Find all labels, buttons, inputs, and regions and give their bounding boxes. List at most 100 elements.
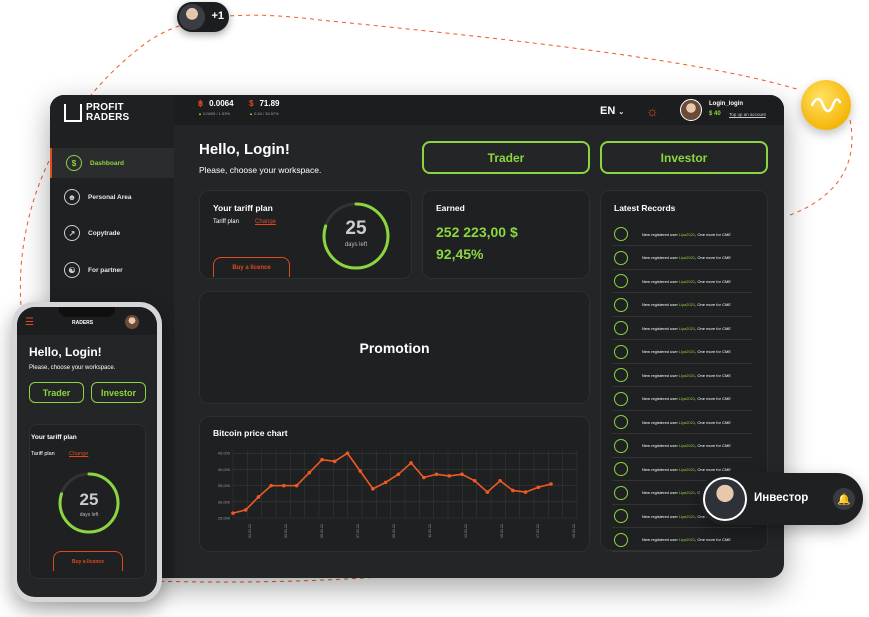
sidebar-item-personal-area[interactable]: ☻ Personal Area (50, 182, 174, 212)
price-point[interactable] (396, 472, 401, 477)
price-point[interactable] (243, 508, 248, 512)
menu-icon[interactable]: ☰ (25, 317, 34, 328)
price-point[interactable] (511, 488, 515, 493)
record-item[interactable]: New registered user Liya2021, One more f… (612, 247, 752, 270)
price-point[interactable] (231, 511, 235, 515)
x-tick-label: 13.01.21 (464, 524, 468, 538)
record-text: New registered user Liya2021, One more f… (642, 396, 731, 401)
bell-icon[interactable]: 🔔 (833, 488, 855, 510)
price-point[interactable] (371, 487, 375, 491)
record-text: New registered user Liya2021, One more f… (642, 326, 731, 331)
record-prefix: New registered user (642, 349, 678, 354)
record-text: New registered user Liya2021, One more f… (642, 349, 731, 354)
theme-toggle-sun-icon[interactable]: ☼ (646, 103, 659, 119)
tariff-plan-label: Tariff plan (213, 219, 239, 225)
sidebar-item-for-partner[interactable]: ☯ For partner (50, 255, 174, 285)
phone-days-left-value: 25 (79, 490, 99, 509)
record-item[interactable]: New registered user Liya2021, One more f… (612, 223, 752, 246)
price-point[interactable] (332, 459, 337, 464)
latest-records-title: Latest Records (614, 203, 676, 213)
price-point[interactable] (472, 478, 477, 483)
price-point[interactable] (409, 461, 413, 465)
record-status-icon (614, 227, 628, 241)
price-point[interactable] (536, 485, 541, 490)
record-prefix: New registered user (642, 372, 678, 378)
x-tick-label: 03.01.21 (284, 524, 288, 538)
price-point[interactable] (549, 482, 553, 486)
phone-investor-button[interactable]: Investor (91, 382, 146, 403)
sidebar-item-dashboard[interactable]: $ Dashboard (50, 148, 174, 178)
phone-mockup: ☰ RADERS Hello, Login! Please, choose yo… (12, 302, 162, 602)
record-item[interactable]: New registered user Liya2021, One more f… (612, 270, 752, 293)
record-user: Liya2021 (678, 278, 696, 284)
price-point[interactable] (447, 474, 452, 478)
ticker-usd-change: 0.34 (254, 111, 262, 116)
sidebar-item-copytrade[interactable]: ↗ Copytrade (50, 218, 174, 248)
chevron-down-icon: ⌄ (618, 109, 625, 116)
price-point[interactable] (498, 478, 502, 483)
price-point[interactable] (460, 472, 464, 477)
days-left-label: days left (344, 242, 368, 248)
price-point[interactable] (294, 483, 299, 488)
record-suffix: , One more for CME (695, 325, 731, 331)
price-point[interactable] (307, 470, 312, 475)
record-item[interactable]: New registered user Liya2021, One more f… (612, 435, 752, 458)
user-name: Login_login (709, 101, 743, 107)
price-point[interactable] (523, 490, 528, 494)
record-suffix: , One more for CME (695, 466, 731, 472)
record-user: Liya2021 (678, 255, 696, 260)
phone-change-link[interactable]: Change (69, 451, 88, 457)
price-point[interactable] (256, 495, 261, 499)
change-link[interactable]: Change (255, 219, 276, 225)
record-item[interactable]: New registered user Liya2021, One more f… (612, 529, 752, 552)
record-suffix: , One more for CME (695, 396, 731, 401)
floating-avatar-badge[interactable]: +1 (177, 2, 229, 32)
record-item[interactable]: New registered user Liya2021, One more f… (612, 388, 752, 411)
phone-user-avatar[interactable] (125, 315, 139, 329)
record-prefix: New registered user (642, 537, 678, 542)
investor-label: Инвестор (754, 492, 809, 504)
trader-button[interactable]: Trader (422, 141, 590, 174)
phone-buy-licence-button[interactable]: Buy a licence (53, 551, 123, 571)
price-point[interactable] (485, 490, 490, 494)
price-point[interactable] (434, 472, 439, 477)
record-item[interactable]: New registered user Liya2021, One more f… (612, 364, 752, 387)
record-suffix: , One more for CME (695, 419, 731, 425)
price-point[interactable] (320, 457, 324, 462)
sidebar-item-label: Dashboard (90, 159, 124, 167)
record-prefix: New registered user (642, 302, 678, 307)
user-avatar[interactable] (680, 99, 702, 121)
people-icon: ☯ (64, 262, 80, 278)
record-suffix: , One more for CME (695, 302, 731, 307)
record-status-icon (614, 250, 628, 265)
record-item[interactable]: New registered user Liya2021, One more f… (612, 411, 752, 434)
investor-notification[interactable]: Инвестор 🔔 (699, 473, 863, 525)
promotion-card[interactable]: Promotion (199, 291, 590, 404)
coin-icon (801, 80, 851, 130)
record-text: New registered user Liya2021, One more f… (642, 467, 731, 472)
top-bar: ฿ 0.0064 ▲ 0.0005 / 1.53% $71.89 ▲ 0.34 /… (174, 95, 784, 125)
language-value: EN (600, 105, 616, 117)
price-point[interactable] (358, 469, 362, 473)
language-selector[interactable]: EN ⌄ (600, 105, 624, 117)
price-point[interactable] (383, 480, 388, 485)
price-point[interactable] (269, 483, 273, 488)
record-status-icon (614, 297, 628, 312)
phone-notch (59, 307, 115, 317)
record-text: New registered user Liya2021, One more f… (642, 302, 731, 307)
price-point[interactable] (282, 483, 286, 488)
record-item[interactable]: New registered user Liya2021, One more f… (612, 341, 752, 364)
buy-licence-button[interactable]: Buy a licence (213, 257, 290, 277)
record-item[interactable]: New registered user Liya2021, One more f… (612, 317, 752, 340)
user-circle-icon: ☻ (64, 189, 80, 205)
record-item[interactable]: New registered user Liya2021, One more f… (612, 294, 752, 317)
price-point[interactable] (422, 475, 426, 480)
phone-trader-button[interactable]: Trader (29, 382, 84, 403)
phone-tariff-plan-label: Tariff plan (31, 451, 55, 457)
investor-button[interactable]: Investor (600, 141, 768, 174)
record-status-icon (614, 462, 628, 476)
logo: PROFIT RADERS (64, 103, 129, 123)
topup-link[interactable]: Top up an account (729, 112, 766, 117)
price-point[interactable] (345, 451, 350, 456)
stage: +1 PROFIT RADERS $ Dashboard ☻ Personal A… (0, 0, 869, 617)
